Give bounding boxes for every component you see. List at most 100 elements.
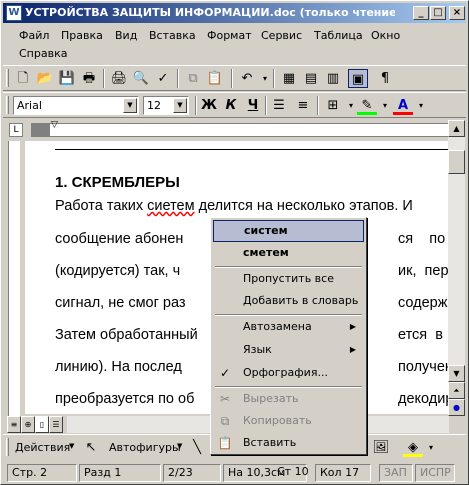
show-formatting-icon[interactable]: ¶ <box>375 69 395 88</box>
actions-menu[interactable]: Действия <box>15 441 70 454</box>
open-icon[interactable]: 📂 <box>35 69 55 88</box>
close-button[interactable]: × <box>449 6 465 20</box>
toolbar-separator <box>317 96 319 115</box>
ruler-scale <box>49 123 449 137</box>
autocorrect-item[interactable]: Автозамена ▶ <box>213 316 364 338</box>
web-view-icon[interactable]: ⊕ <box>21 416 35 433</box>
vertical-ruler[interactable] <box>3 141 25 416</box>
word-icon[interactable]: W <box>6 5 22 21</box>
fill-color-icon[interactable]: ◈ <box>403 438 423 457</box>
save-icon[interactable]: 💾 <box>57 69 77 88</box>
align-justify-icon[interactable]: ≡ <box>293 96 313 115</box>
borders-icon[interactable]: ⊞ <box>323 96 343 115</box>
undo-dropdown-icon[interactable]: ▾ <box>255 69 275 88</box>
print-preview-icon[interactable]: 🔍 <box>131 69 151 88</box>
copy-icon[interactable]: ⧉ <box>183 69 203 88</box>
status-rec[interactable]: ЗАП <box>379 464 413 482</box>
outline-view-icon[interactable]: ☰ <box>49 416 63 433</box>
toolbar-grip[interactable] <box>6 69 9 87</box>
copy-icon: ⧉ <box>220 414 230 428</box>
heading: 1. СКРЕМБЛЕРЫ <box>55 174 180 191</box>
menu-tools[interactable]: Сервис <box>255 27 308 44</box>
menu-help[interactable]: Справка <box>13 45 73 62</box>
bold-button[interactable]: Ж <box>199 96 219 115</box>
vertical-scrollbar[interactable]: ▲ ▼ ⏶ ● <box>448 120 465 416</box>
doc-line: Работа таких сиетем делится на несколько… <box>55 198 413 214</box>
paste-icon[interactable]: 📋 <box>205 69 225 88</box>
menu-window[interactable]: Окно <box>365 27 406 44</box>
header-rule <box>55 149 448 150</box>
status-line: Ст 10 <box>277 465 309 478</box>
toolbar-separator <box>273 69 275 88</box>
scroll-up-icon[interactable]: ▲ <box>448 120 465 137</box>
doc-line: сигнал, не смог разсодержани <box>55 295 448 311</box>
font-combo[interactable]: Arial ▼ <box>13 96 139 115</box>
permission-icon[interactable]: 🖶 <box>79 69 99 88</box>
toolbar-separator <box>195 96 197 115</box>
horizontal-ruler[interactable]: L ▽ <box>3 120 466 140</box>
insert-picture-icon[interactable]: 🖼 <box>371 438 391 457</box>
spelling-item[interactable]: ✓ Орфография... <box>213 362 364 384</box>
browse-object-icon[interactable]: ● <box>448 399 465 416</box>
status-page-count: 2/23 <box>163 464 221 482</box>
add-to-dictionary-item[interactable]: Добавить в словарь <box>213 290 364 312</box>
menu-format[interactable]: Формат <box>201 27 258 44</box>
menu-file[interactable]: Файл <box>13 27 55 44</box>
document-map-icon[interactable]: ▣ <box>348 69 368 88</box>
status-bar: Стр. 2 Разд 1 2/23 На 10,3см Ст 10 Кол 1… <box>3 462 466 484</box>
prev-page-icon[interactable]: ⏶ <box>448 382 465 399</box>
align-left-icon[interactable]: ☰ <box>269 96 289 115</box>
title-bar[interactable]: W УСТРОЙСТВА ЗАЩИТЫ ИНФОРМАЦИИ.doc (толь… <box>3 3 466 23</box>
insert-table-icon[interactable]: ▤ <box>301 69 321 88</box>
print-icon[interactable]: 🖨 <box>109 69 129 88</box>
chevron-down-icon[interactable]: ▼ <box>123 98 137 113</box>
font-color-icon[interactable]: A <box>393 96 413 115</box>
highlight-icon[interactable]: ✎ <box>357 96 377 115</box>
standard-toolbar: 🗋 📂 💾 🖶 🖨 🔍 ✓ ⧉ 📋 ↶ ▾ ▦ ▤ ▥ ▣ ¶ <box>3 65 466 91</box>
toolbar-grip[interactable] <box>6 96 9 114</box>
fill-dropdown-icon[interactable]: ▾ <box>421 438 441 457</box>
new-document-icon[interactable]: 🗋 <box>13 69 33 88</box>
ignore-all-item[interactable]: Пропустить все <box>213 268 364 290</box>
menu-table[interactable]: Таблица <box>308 27 369 44</box>
tables-borders-icon[interactable]: ▦ <box>279 69 299 88</box>
print-layout-icon[interactable]: ▯ <box>35 416 49 433</box>
font-color-dropdown-icon[interactable]: ▾ <box>411 96 431 115</box>
underline-button[interactable]: Ч <box>243 96 263 115</box>
toolbar-separator <box>265 96 267 115</box>
columns-icon[interactable]: ▥ <box>323 69 343 88</box>
ruler-margin <box>31 123 49 137</box>
copy-item[interactable]: ⧉ Копировать <box>213 410 364 432</box>
chevron-down-icon[interactable]: ▼ <box>69 442 74 450</box>
chevron-down-icon[interactable]: ▼ <box>177 442 182 450</box>
window-title: УСТРОЙСТВА ЗАЩИТЫ ИНФОРМАЦИИ.doc (только… <box>25 6 395 19</box>
spelling-icon[interactable]: ✓ <box>153 69 173 88</box>
misspelled-word[interactable]: сиетем <box>147 198 194 214</box>
indent-marker-icon[interactable]: ▽ <box>51 120 58 130</box>
maximize-button[interactable]: □ <box>430 6 446 20</box>
undo-icon[interactable]: ↶ <box>237 69 257 88</box>
line-icon[interactable]: ╲ <box>187 438 207 457</box>
status-trk[interactable]: ИСПР <box>415 464 455 482</box>
select-pointer-icon[interactable]: ↖ <box>81 438 101 457</box>
status-section: Разд 1 <box>79 464 161 482</box>
menu-insert[interactable]: Вставка <box>143 27 202 44</box>
font-size-combo[interactable]: 12 ▼ <box>143 96 189 115</box>
menu-view[interactable]: Вид <box>109 27 143 44</box>
minimize-button[interactable]: _ <box>413 6 429 20</box>
tab-stop-selector[interactable]: L <box>9 123 23 137</box>
cut-item[interactable]: ✂ Вырезать <box>213 388 364 410</box>
suggestion-item[interactable]: сметем <box>213 242 364 264</box>
menu-edit[interactable]: Правка <box>55 27 109 44</box>
scroll-thumb[interactable] <box>448 150 465 174</box>
language-item[interactable]: Язык ▶ <box>213 339 364 361</box>
scroll-down-icon[interactable]: ▼ <box>448 365 465 382</box>
suggestion-item[interactable]: систем <box>213 220 364 242</box>
highlight-dropdown-icon[interactable]: ▾ <box>375 96 395 115</box>
normal-view-icon[interactable]: ≡ <box>7 416 21 433</box>
autoshapes-menu[interactable]: Автофигуры <box>109 441 181 454</box>
italic-button[interactable]: К <box>221 96 241 115</box>
toolbar-grip[interactable] <box>6 438 9 456</box>
paste-item[interactable]: 📋 Вставить <box>213 432 364 454</box>
chevron-down-icon[interactable]: ▼ <box>173 98 187 113</box>
